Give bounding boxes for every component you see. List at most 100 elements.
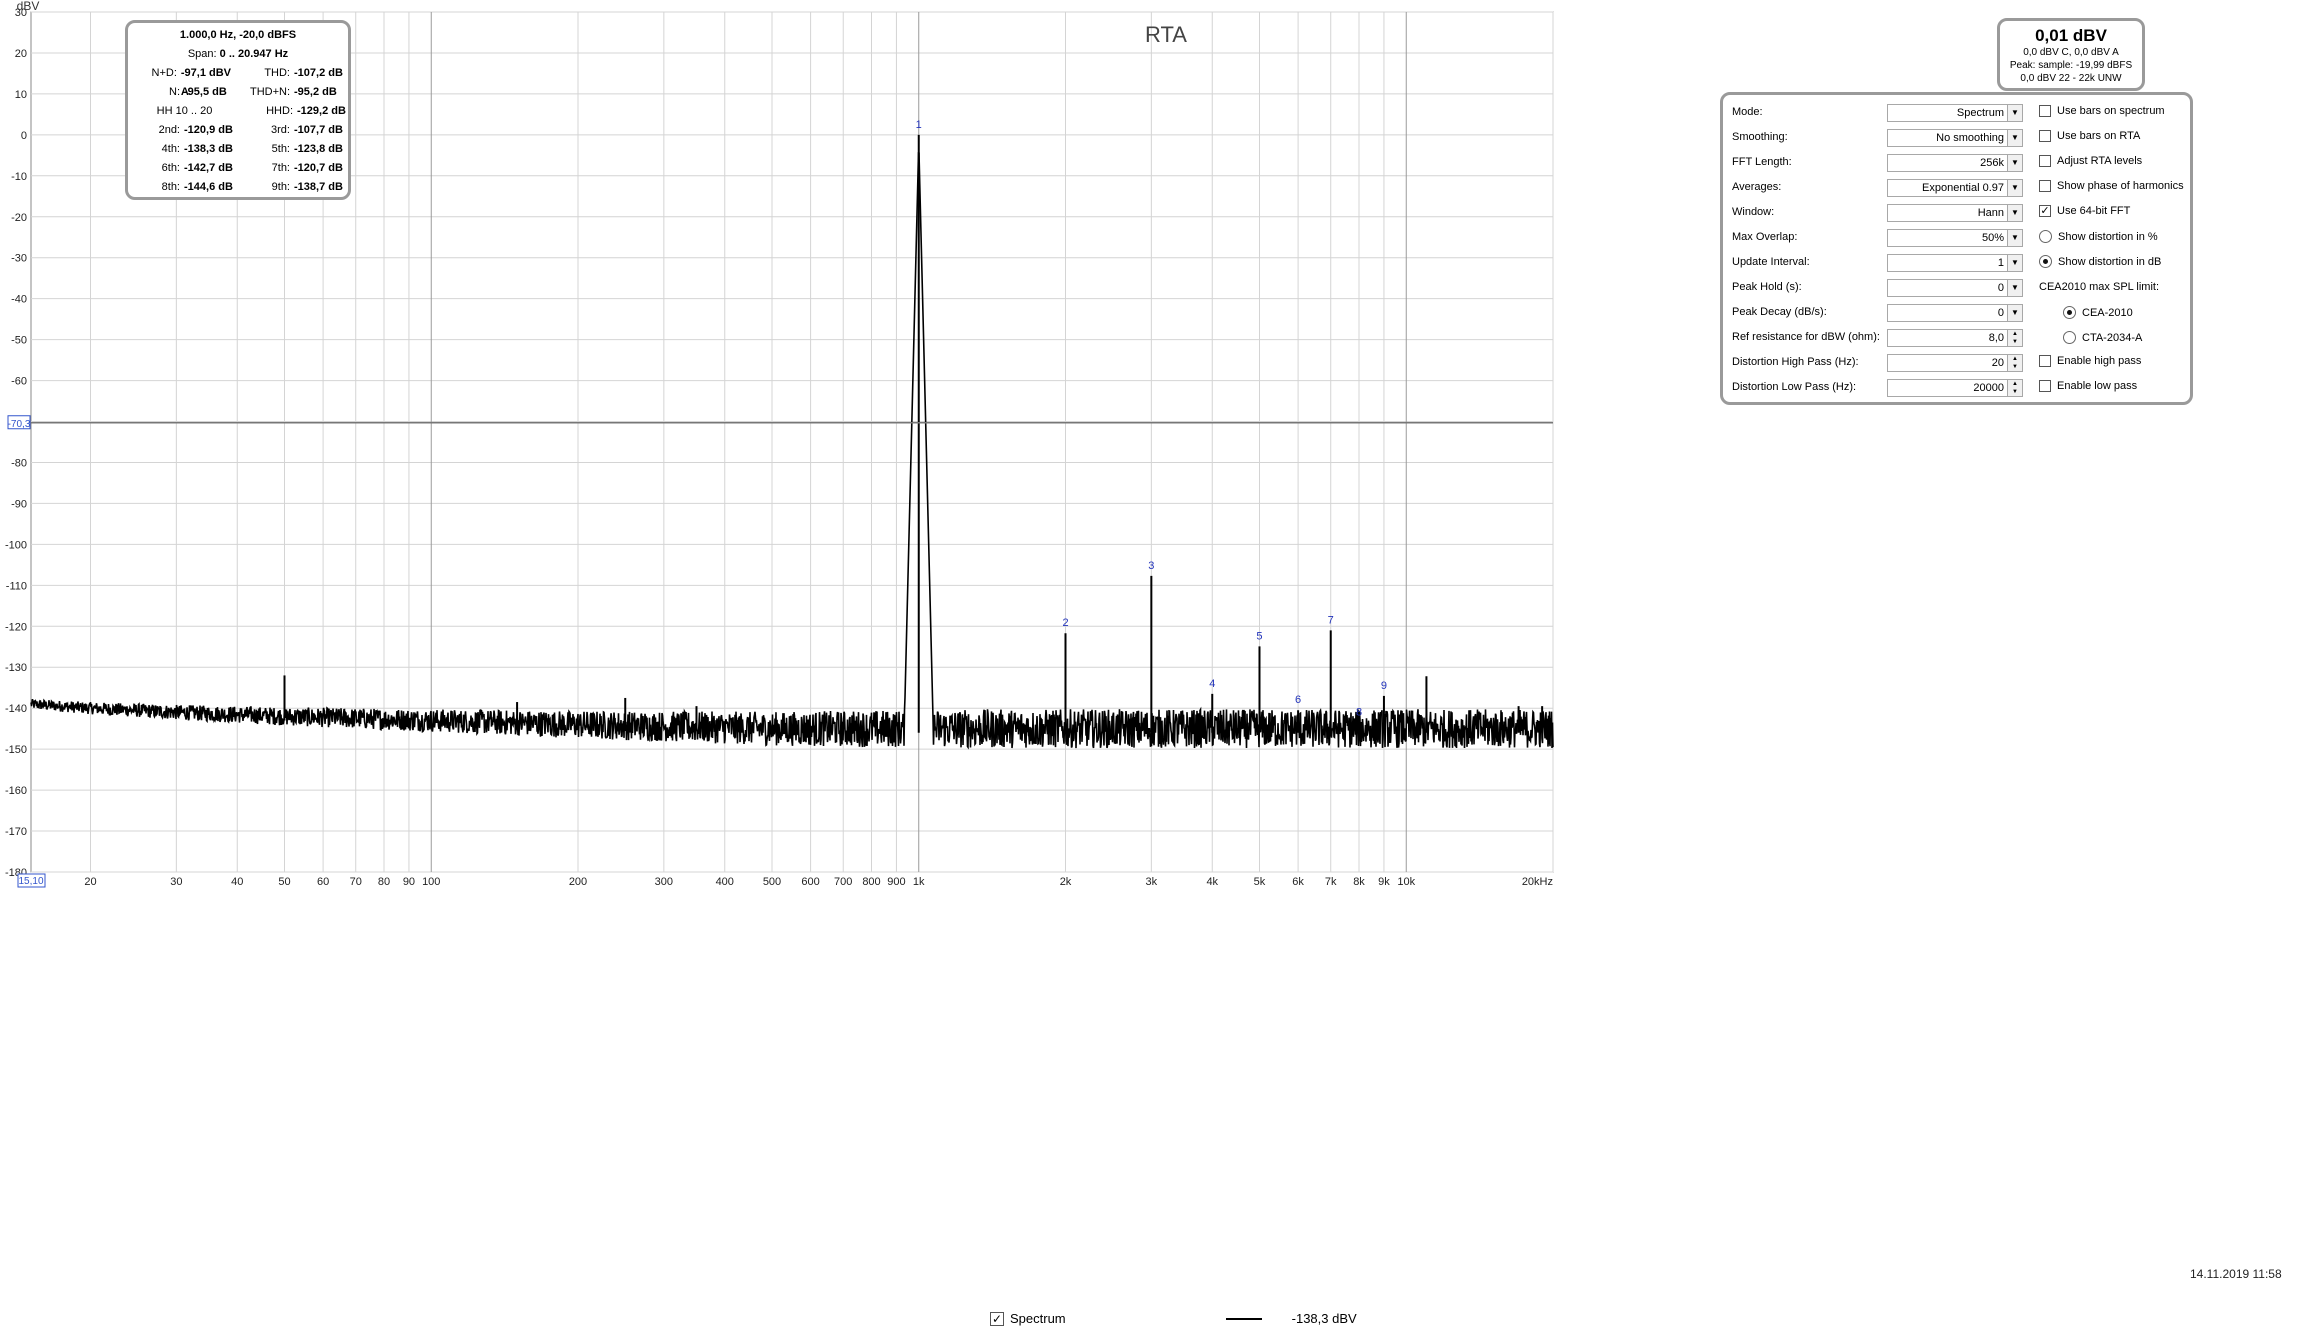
checkbox-icon[interactable] [2039,380,2051,392]
control-value: 20000 [1973,382,2004,394]
cea-radio-option[interactable]: CTA-2034-A [2063,331,2142,344]
control-dropdown[interactable]: 50% ▼ [1887,229,2023,247]
chevron-down-icon[interactable]: ▼ [2007,105,2022,121]
radio-icon[interactable] [2039,230,2052,243]
y-tick-label: -100 [5,539,27,551]
option-checkbox-label: Adjust RTA levels [2057,155,2143,167]
chevron-down-icon[interactable]: ▼ [2007,230,2022,246]
cea-radio-option[interactable]: CEA-2010 [2063,306,2133,319]
control-dropdown[interactable]: Exponential 0.97 ▼ [1887,179,2023,197]
option-checkbox-label: Enable low pass [2057,380,2138,392]
harmonic-marker-3: 3 [1148,560,1154,572]
checkbox-checked-icon[interactable]: ✓ [2039,205,2051,217]
y-tick-label: 20 [15,48,27,60]
y-tick-label: -130 [5,662,27,674]
control-dropdown[interactable]: 256k ▼ [1887,154,2023,172]
control-dropdown[interactable]: 0 ▼ [1887,279,2023,297]
radio-icon[interactable] [2063,331,2076,344]
x-tick-label: 40 [231,876,243,888]
y-tick-label: -60 [11,376,27,388]
dist-header-freq: 1.000,0 Hz, -20,0 dBFS [179,29,297,41]
harmonic-marker-7: 7 [1328,614,1334,626]
x-tick-label: 7k [1325,876,1337,888]
control-value: 0 [1997,307,2004,319]
radio-icon[interactable] [2063,306,2076,319]
distortion-value: -138,3 dB [184,143,233,155]
cursor-label: -70,3 [8,419,31,430]
distortion-cell: HHD: -129,2 dB [241,102,348,121]
chevron-down-icon[interactable]: ▼ [2007,130,2022,146]
y-tick-label: -150 [5,744,27,756]
control-spinner[interactable]: 20 ▲ ▼ [1887,354,2023,372]
option-checkbox[interactable]: Show phase of harmonics [2039,180,2184,192]
level-line-1: 0,0 dBV C, 0,0 dBV A [2023,47,2119,58]
distortion-cell: 7th: -120,7 dB [238,159,348,178]
y-tick-label: -170 [5,826,27,838]
distortion-cell: N: -95,5 dB [128,83,238,102]
option-checkbox[interactable]: Enable low pass [2039,380,2137,392]
option-checkbox[interactable]: Use bars on spectrum [2039,105,2165,117]
distortion-cell: 6th: -142,7 dB [128,159,238,178]
control-row: Averages: Exponential 0.97 ▼ Show phase of … [1729,178,2189,198]
spinner-arrows-icon[interactable]: ▲ ▼ [2007,380,2022,396]
x-tick-label: 20 [84,876,96,888]
checkbox-icon[interactable] [2039,180,2051,192]
distortion-value: -95,2 dB [294,86,337,98]
control-label: Distortion High Pass (Hz): [1732,356,1859,368]
chevron-down-icon[interactable]: ▼ [2007,255,2022,271]
control-dropdown[interactable]: 0 ▼ [1887,304,2023,322]
spinner-arrows-icon[interactable]: ▲ ▼ [2007,355,2022,371]
control-row: Ref resistance for dBW (ohm): 8,0 ▲ ▼ CTA-20… [1729,328,2189,348]
y-tick-label: -140 [5,703,27,715]
chevron-down-icon[interactable]: ▼ [2007,205,2022,221]
distortion-label: THD+N: [249,86,290,98]
distortion-value: -129,2 dB [297,105,346,117]
chevron-down-icon[interactable]: ▼ [2007,280,2022,296]
x-tick-label: 9k [1378,876,1390,888]
control-label: Update Interval: [1732,256,1810,268]
control-value: 0 [1997,282,2004,294]
option-radio[interactable]: Show distortion in % [2039,230,2158,243]
x-axis-start-label: 15,10 [18,876,43,887]
control-dropdown[interactable]: Hann ▼ [1887,204,2023,222]
x-tick-label: 200 [569,876,587,888]
chevron-down-icon[interactable]: ▼ [2007,180,2022,196]
harmonic-marker-8: 8 [1356,707,1362,719]
checkbox-icon[interactable] [2039,105,2051,117]
distortion-value: -120,7 dB [294,162,343,174]
y-tick-label: 0 [21,130,27,142]
distortion-rows: N+D: -97,1 dBV A THD: -107,2 dB N: -95,5 dB TH… [128,64,348,197]
distortion-label: 7th: [271,162,290,174]
option-checkbox[interactable]: Use bars on RTA [2039,130,2140,142]
control-value: Spectrum [1956,107,2004,119]
y-tick-label: -90 [11,498,27,510]
control-row: Update Interval: 1 ▼ Show distortion in dB [1729,253,2189,273]
control-value: 256k [1980,157,2004,169]
dist-span-value: 0 .. 20.947 Hz [219,48,289,60]
chevron-down-icon[interactable]: ▼ [2007,305,2022,321]
option-radio[interactable]: Show distortion in dB [2039,255,2161,268]
control-spinner[interactable]: 20000 ▲ ▼ [1887,379,2023,397]
option-checkbox[interactable]: Adjust RTA levels [2039,155,2142,167]
control-dropdown[interactable]: 1 ▼ [1887,254,2023,272]
control-spinner[interactable]: 8,0 ▲ ▼ [1887,329,2023,347]
option-checkbox[interactable]: ✓ Use 64-bit FFT [2039,205,2130,217]
spectrum-legend-value: -138,3 dBV [1291,1311,1357,1326]
control-label: Window: [1732,206,1775,218]
control-label: Peak Hold (s): [1732,281,1802,293]
control-dropdown[interactable]: No smoothing ▼ [1887,129,2023,147]
spectrum-legend-label: Spectrum [1010,1311,1066,1326]
level-line-3: 0,0 dBV 22 - 22k UNW [2020,73,2122,84]
checkbox-icon[interactable] [2039,355,2051,367]
checkbox-icon[interactable] [2039,155,2051,167]
radio-icon[interactable] [2039,255,2052,268]
spinner-arrows-icon[interactable]: ▲ ▼ [2007,330,2022,346]
spectrum-checkbox[interactable]: ✓ [990,1311,1004,1326]
control-row: FFT Length: 256k ▼ Adjust RTA levels [1729,153,2189,173]
option-checkbox[interactable]: Enable high pass [2039,355,2141,367]
checkbox-icon[interactable] [2039,130,2051,142]
control-dropdown[interactable]: Spectrum ▼ [1887,104,2023,122]
x-tick-label: 5k [1254,876,1266,888]
chevron-down-icon[interactable]: ▼ [2007,155,2022,171]
harmonic-marker-2: 2 [1062,617,1068,629]
